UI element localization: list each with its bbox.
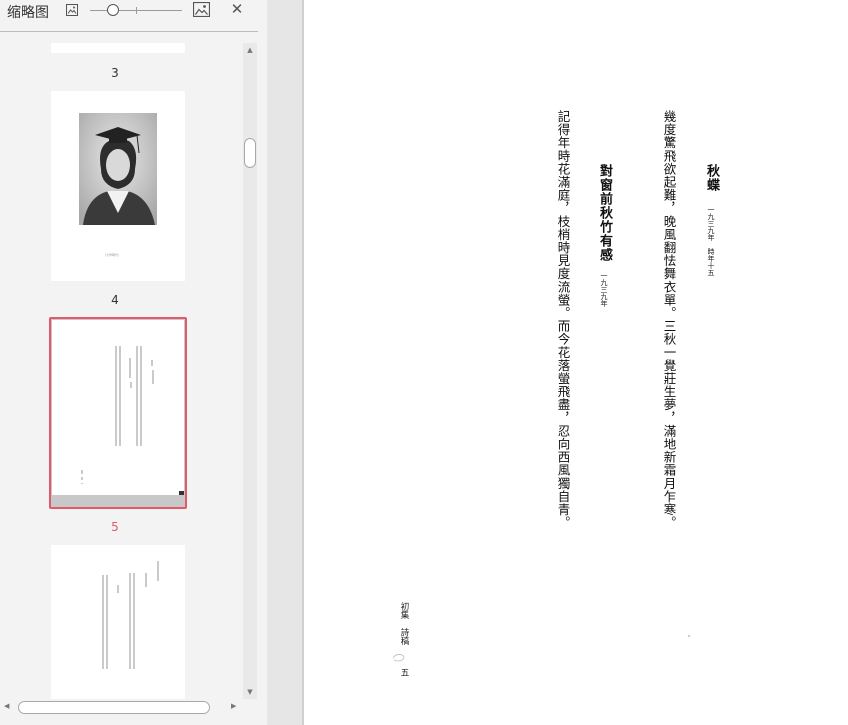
poem-1-text: 幾度驚飛欲起難，晚風翻怯舞衣單。三秋一覺莊生夢，滿地新霜月乍寒。 [661,110,677,530]
thumbnail-page-5-frame[interactable] [49,317,187,509]
page-number: 五 [399,668,409,677]
ink-mark [392,654,405,662]
vertical-scroll-thumb[interactable] [244,138,256,168]
section-label: 詩稿 [399,628,409,645]
poem-2-subtitle: 一九三九年 [600,272,608,307]
poem-1-title: 秋蝶 [704,164,719,192]
thumbnail-page-4[interactable]: （大學時代） [51,91,185,281]
thumbnail-label-3: 3 [111,66,119,80]
panel-gutter [267,0,304,725]
poem-2-title: 對窗前秋竹有感 [597,164,612,262]
horizontal-scroll-thumb[interactable] [18,701,210,714]
scroll-right-arrow-icon[interactable]: ▶ [231,702,236,710]
thumbnail-panel: 缩略图 ✕ 3 （大學時代） 4 5 ▲ ▼ ◀ ▶ [0,0,267,725]
thumbnail-page-3[interactable] [51,43,185,53]
zoom-slider-handle[interactable] [107,4,119,16]
thumbnail-text-lines [81,346,154,484]
thumbnail-label-5: 5 [111,520,119,534]
poem-1-subtitle: 一九三九年 時年十五 [707,206,715,276]
scroll-down-arrow-icon[interactable]: ▼ [243,687,257,697]
close-icon[interactable]: ✕ [230,2,244,17]
thumbnail-horizontal-scrollbar[interactable]: ◀ ▶ [0,699,243,716]
thumbnail-resize-handle[interactable] [179,491,184,495]
panel-title: 缩略图 [7,5,49,21]
zoom-slider-tick [136,7,137,14]
image-small-icon[interactable] [66,4,78,16]
scroll-up-arrow-icon[interactable]: ▲ [243,45,257,55]
poem-2-text: 記得年時花滿庭，枝梢時見度流螢。而今花落螢飛盡，忍向西風獨自青。 [555,110,571,530]
thumbnail-page-6[interactable] [51,545,185,699]
toolbar-divider [0,31,258,32]
thumbnail-vertical-scrollbar[interactable]: ▲ ▼ [243,43,257,699]
speck [688,635,690,637]
photo-caption: （大學時代） [103,253,122,257]
document-page: 秋蝶 一九三九年 時年十五 幾度驚飛欲起難，晚風翻怯舞衣單。三秋一覺莊生夢，滿地… [304,0,848,725]
thumbnail-toolbar: 缩略图 ✕ [0,0,267,22]
thumbnail-label-4: 4 [111,293,119,307]
scroll-left-arrow-icon[interactable]: ◀ [4,702,9,710]
collection-label: 初集 [399,602,409,619]
thumbnail-text-lines-6 [102,561,159,669]
thumbnail-page-5[interactable] [52,320,184,495]
image-large-icon[interactable] [193,2,210,17]
